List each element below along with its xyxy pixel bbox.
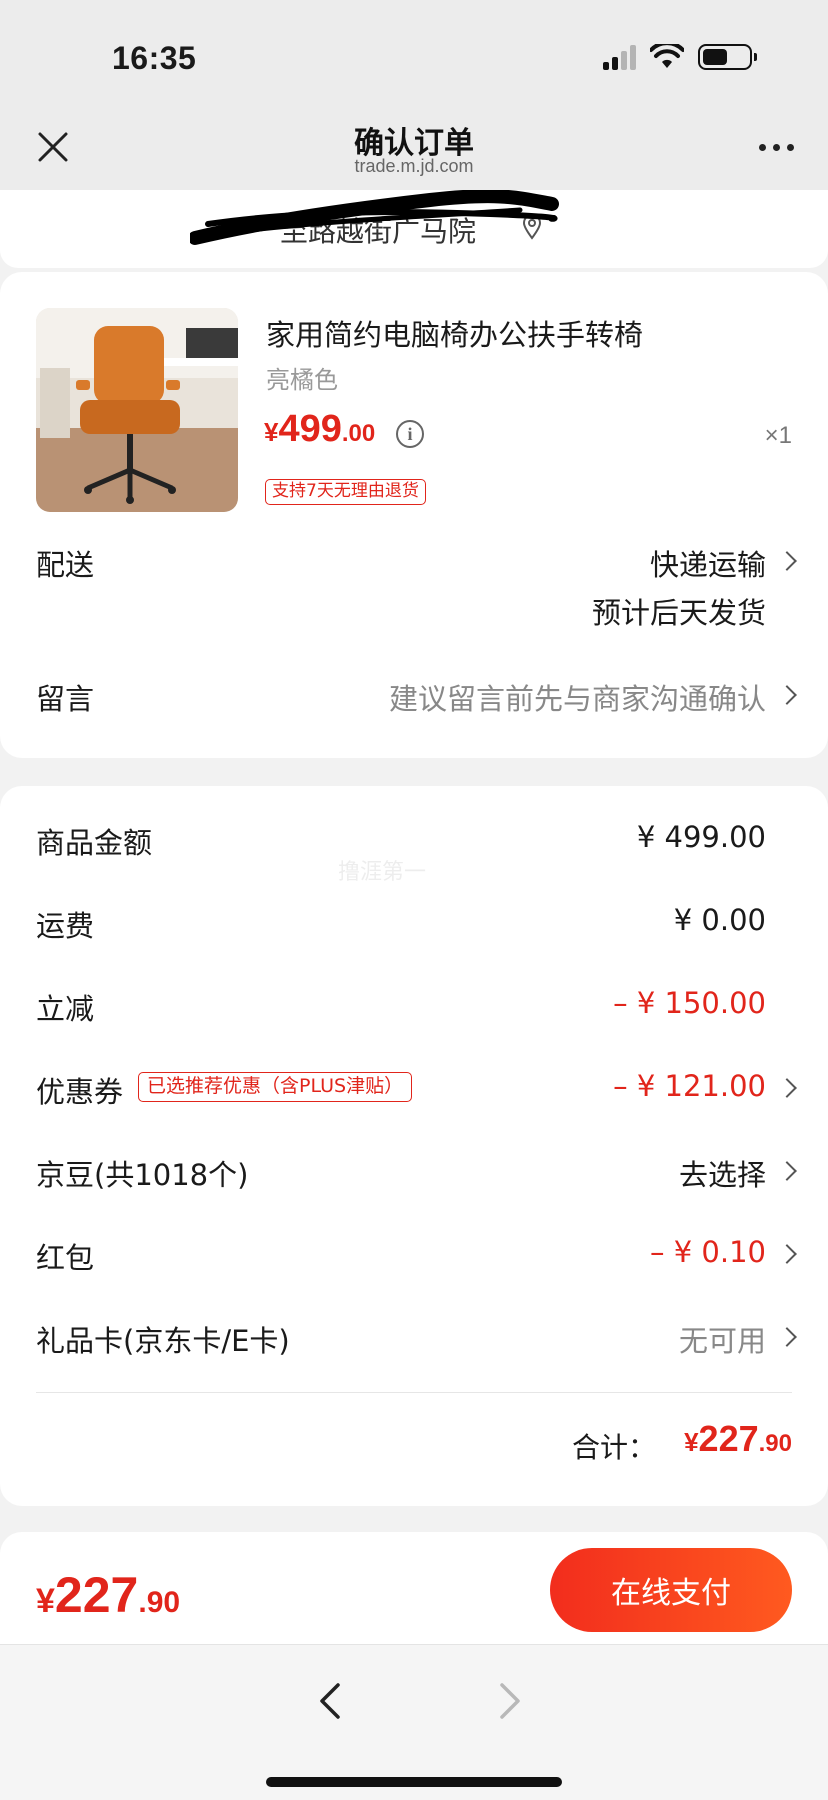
subtotal-value: ¥ 499.00	[636, 820, 766, 854]
coupon-label: 优惠券	[36, 1075, 124, 1109]
coupon-badge: 已选推荐优惠（含PLUS津贴）	[138, 1072, 413, 1102]
more-icon[interactable]	[759, 144, 794, 151]
chevron-right-icon[interactable]	[777, 1078, 797, 1098]
battery-icon	[698, 44, 757, 70]
location-pin-icon	[522, 214, 542, 240]
shipping-fee-label: 运费	[36, 909, 95, 943]
address-card[interactable]: 至路越街广马院	[0, 190, 828, 268]
product-variant: 亮橘色	[266, 366, 338, 394]
status-icons	[603, 44, 757, 70]
product-quantity: ×1	[764, 422, 792, 449]
return-policy-badge: 支持7天无理由退货	[265, 479, 426, 505]
chevron-right-icon[interactable]	[777, 1244, 797, 1264]
chevron-right-icon[interactable]	[777, 1327, 797, 1347]
product-card: 家用简约电脑椅办公扶手转椅 亮橘色 ¥499.00 i ×1 支持7天无理由退货…	[0, 272, 828, 758]
browser-toolbar	[0, 1644, 828, 1800]
gift-card-label: 礼品卡(京东卡/E卡)	[36, 1324, 290, 1358]
coupon-value[interactable]: – ¥ 121.00	[613, 1069, 766, 1103]
status-bar: 16:35	[0, 0, 828, 104]
chevron-right-icon[interactable]	[777, 1161, 797, 1181]
info-icon[interactable]: i	[396, 420, 424, 448]
pay-online-button[interactable]: 在线支付	[550, 1548, 792, 1632]
jd-beans-label: 京豆(共1018个)	[36, 1158, 249, 1192]
watermark-text: 撸涯第一	[338, 860, 427, 885]
red-packet-label: 红包	[36, 1241, 95, 1275]
delivery-label: 配送	[36, 548, 95, 582]
product-title[interactable]: 家用简约电脑椅办公扶手转椅	[266, 312, 643, 354]
delivery-method[interactable]: 快递运输	[650, 542, 766, 584]
status-time: 16:35	[112, 40, 197, 76]
home-indicator[interactable]	[266, 1777, 562, 1787]
chevron-right-icon[interactable]	[777, 551, 797, 571]
cellular-signal-icon	[603, 44, 636, 70]
shipping-fee-value: ¥ 0.00	[673, 903, 766, 937]
jd-beans-select[interactable]: 去选择	[679, 1152, 766, 1194]
chevron-right-icon[interactable]	[777, 685, 797, 705]
wifi-icon	[650, 44, 684, 68]
product-image[interactable]	[36, 308, 238, 512]
divider	[36, 1392, 792, 1393]
instant-discount-value: – ¥ 150.00	[613, 986, 766, 1020]
page-url: trade.m.jd.com	[354, 156, 474, 176]
instant-discount-label: 立减	[36, 992, 95, 1026]
delivery-eta: 预计后天发货	[591, 596, 766, 630]
message-input[interactable]: 建议留言前先与商家沟通确认	[389, 676, 766, 718]
red-packet-value[interactable]: – ¥ 0.10	[650, 1235, 766, 1269]
subtotal-label: 商品金额	[36, 826, 153, 860]
checkout-bar: ¥227.90 在线支付	[0, 1532, 828, 1644]
forward-arrow-icon[interactable]	[486, 1679, 530, 1723]
message-label: 留言	[36, 682, 95, 716]
back-arrow-icon[interactable]	[310, 1679, 354, 1723]
product-price: ¥499.00	[264, 408, 376, 450]
gift-card-value[interactable]: 无可用	[679, 1318, 766, 1360]
checkout-amount: ¥227.90	[36, 1567, 181, 1623]
nav-bar: 确认订单 trade.m.jd.com	[0, 104, 828, 190]
address-text: 至路越街广马院	[280, 215, 477, 248]
total-amount: ¥227.90	[684, 1418, 792, 1459]
total-label: 合计：	[571, 1431, 656, 1464]
price-summary-card: 撸涯第一 商品金额 ¥ 499.00 运费 ¥ 0.00 立减 – ¥ 150.…	[0, 786, 828, 1506]
